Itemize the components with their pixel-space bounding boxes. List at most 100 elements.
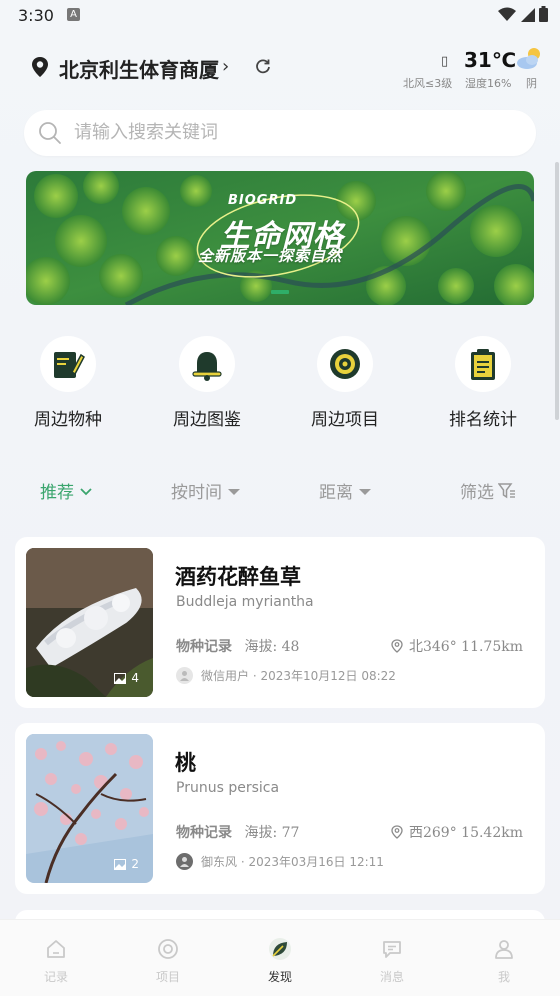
chevron-down-icon (80, 487, 92, 495)
filter-label: 按时间 (171, 483, 222, 503)
notebook-pen-icon (54, 352, 85, 378)
species-name: 桃 (175, 750, 196, 775)
chat-icon (383, 941, 401, 958)
record-meta: 物种记录 海拔: 48 (176, 636, 299, 656)
image-count-value: 2 (131, 857, 139, 871)
humidity-info: 湿度16% (465, 77, 512, 90)
direction-distance: 西269° 15.42km (391, 822, 523, 842)
image-count-value: 4 (131, 671, 139, 685)
chevron-right-icon[interactable]: › (222, 56, 229, 77)
species-latin-name: Prunus persica (176, 780, 280, 796)
record-photo[interactable]: 4 (26, 548, 153, 697)
species-latin-name: Buddleja myriantha (176, 594, 314, 610)
record-author[interactable]: 御东风 · 2023年03月16日 12:11 (176, 853, 384, 870)
refresh-icon[interactable] (254, 58, 272, 76)
wifi-icon (498, 7, 516, 21)
filter-label: 推荐 (40, 483, 74, 503)
quick-action-nearby-guide[interactable]: 周边图鉴 (159, 336, 255, 430)
image-icon (114, 672, 127, 684)
filter-distance[interactable]: 距离 (319, 478, 373, 503)
scrollbar[interactable] (555, 162, 559, 420)
filter-screen[interactable]: 筛选 (460, 478, 516, 503)
filter-icon (498, 482, 515, 498)
carousel-indicator[interactable] (271, 290, 289, 294)
location-name[interactable]: 北京利生体育商厦 (59, 54, 219, 83)
clipboard-icon (471, 349, 495, 380)
filter-label: 筛选 (460, 483, 494, 503)
temperature: 31℃ (464, 48, 517, 72)
direction-value: 北346° 11.75km (408, 639, 523, 655)
record-card[interactable]: 2 桃 Prunus persica 物种记录 海拔: 77 西269° 15.… (15, 723, 545, 894)
qa-icon-wrap (179, 336, 235, 392)
tab-label: 我 (497, 970, 510, 984)
author-and-date: 御东风 · 2023年03月16日 12:11 (201, 855, 384, 869)
weather-condition: 阴 (526, 77, 537, 90)
banner-brand: BIOGRID (228, 193, 298, 208)
thermometer-icon: ▯ (441, 54, 449, 69)
bottom-navigation: 记录 项目 发现 消息 我 (0, 919, 560, 996)
tab-messages[interactable]: 消息 (362, 936, 422, 985)
quick-action-label: 周边图鉴 (173, 410, 241, 430)
image-icon (114, 858, 127, 870)
wind-info: 北风≤3级 (403, 77, 453, 90)
target-icon (330, 349, 360, 379)
tab-label: 项目 (155, 970, 180, 984)
tab-projects[interactable]: 项目 (138, 936, 198, 985)
avatar (176, 667, 193, 684)
filter-label: 距离 (319, 483, 353, 503)
battery-icon (539, 6, 548, 22)
image-count: 2 (114, 857, 139, 871)
home-icon (47, 940, 65, 958)
quick-action-nearby-species[interactable]: 周边物种 (20, 336, 116, 430)
bell-icon (192, 352, 222, 381)
altitude: 海拔: 48 (244, 639, 300, 655)
search-bar[interactable] (24, 110, 536, 156)
banner-subtitle: 全新版本一探索自然 (198, 247, 343, 265)
record-author[interactable]: 微信用户 · 2023年10月12日 08:22 (176, 667, 396, 684)
user-icon (180, 671, 189, 681)
tab-me[interactable]: 我 (474, 936, 534, 985)
signal-icon (521, 7, 535, 22)
filter-recommend[interactable]: 推荐 (40, 478, 94, 503)
direction-distance: 北346° 11.75km (391, 636, 523, 656)
avatar (176, 853, 193, 870)
author-and-date: 微信用户 · 2023年10月12日 08:22 (201, 669, 396, 683)
caret-down-icon (228, 488, 240, 495)
record-type: 物种记录 (176, 639, 232, 655)
qa-icon-wrap (455, 336, 511, 392)
quick-action-ranking[interactable]: 排名统计 (435, 336, 531, 430)
record-photo[interactable]: 2 (26, 734, 153, 883)
quick-action-nearby-projects[interactable]: 周边项目 (297, 336, 393, 430)
qa-icon-wrap (317, 336, 373, 392)
direction-value: 西269° 15.42km (408, 825, 523, 841)
record-meta: 物种记录 海拔: 77 (176, 822, 299, 842)
search-input[interactable] (72, 121, 516, 144)
location-pin-icon[interactable] (30, 56, 50, 78)
quick-action-label: 周边物种 (34, 410, 102, 430)
tab-label: 发现 (267, 970, 292, 984)
user-icon (180, 857, 189, 867)
promo-banner[interactable]: BIOGRID 生命网格 全新版本一探索自然 (26, 171, 534, 305)
leaf-icon (269, 938, 291, 960)
search-icon (39, 122, 61, 144)
altitude: 海拔: 77 (244, 825, 300, 841)
cloud-sun-icon (517, 48, 540, 69)
filter-by-time[interactable]: 按时间 (171, 478, 242, 503)
species-name: 酒药花醉鱼草 (175, 564, 301, 589)
qa-icon-wrap (40, 336, 96, 392)
tab-label: 记录 (43, 970, 68, 984)
target-icon (158, 939, 178, 959)
tab-records[interactable]: 记录 (26, 936, 86, 985)
location-outline-icon (391, 639, 403, 653)
tab-label: 消息 (379, 970, 404, 984)
notification-icon: A (67, 8, 80, 21)
status-bar: 3:30 A (0, 0, 560, 32)
image-count: 4 (114, 671, 139, 685)
quick-action-label: 周边项目 (311, 410, 379, 430)
status-time: 3:30 (18, 6, 54, 25)
record-card[interactable]: 4 酒药花醉鱼草 Buddleja myriantha 物种记录 海拔: 48 … (15, 537, 545, 708)
tab-discover[interactable]: 发现 (250, 936, 310, 985)
caret-down-icon (359, 488, 371, 495)
record-type: 物种记录 (176, 825, 232, 841)
quick-action-label: 排名统计 (449, 410, 517, 430)
